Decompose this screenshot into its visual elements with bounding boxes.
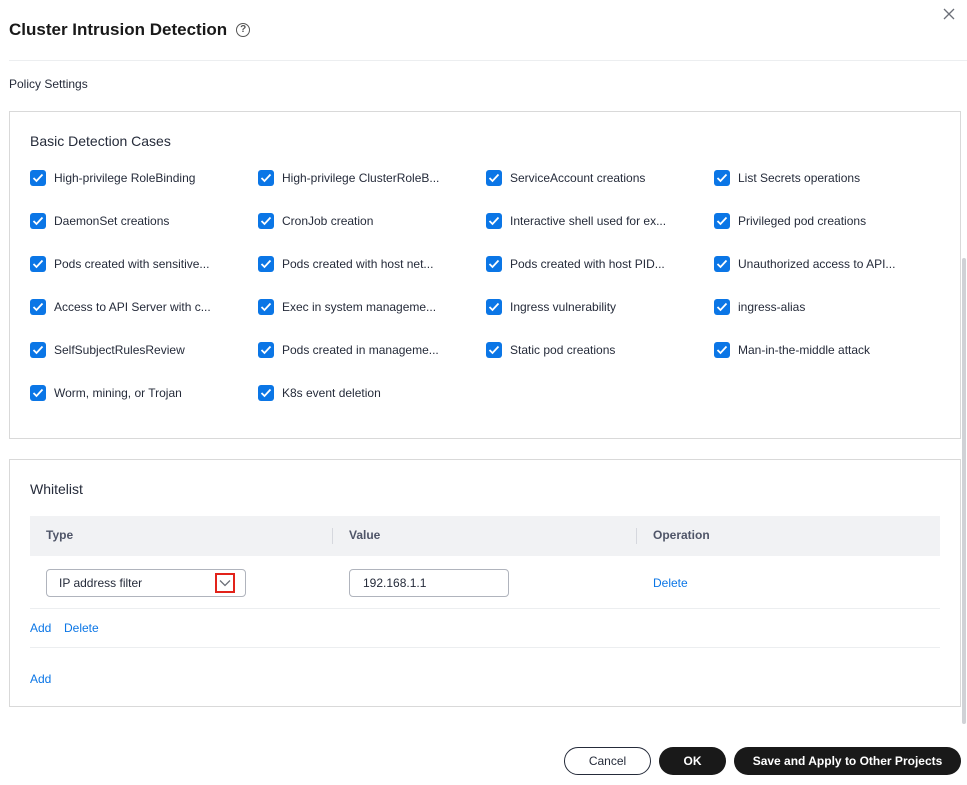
type-select-value: IP address filter [59, 576, 143, 590]
checkbox-checked-icon[interactable] [714, 256, 730, 272]
detection-case-label: Man-in-the-middle attack [738, 343, 871, 357]
detection-case-label: Unauthorized access to API... [738, 257, 896, 271]
delete-rows-link[interactable]: Delete [64, 621, 99, 635]
checkbox-checked-icon[interactable] [258, 213, 274, 229]
detection-case-label: K8s event deletion [282, 386, 381, 400]
table-row: IP address filter 192.168.1.1 Delete [30, 556, 940, 609]
table-header: Type Value Operation [30, 516, 940, 556]
checkbox-checked-icon[interactable] [486, 256, 502, 272]
detection-case-label: SelfSubjectRulesReview [54, 343, 185, 357]
detection-case-label: Pods created with sensitive... [54, 257, 210, 271]
divider [30, 647, 940, 648]
checkbox-checked-icon[interactable] [714, 170, 730, 186]
detection-case-label: High-privilege ClusterRoleB... [282, 171, 440, 185]
detection-case-label: Static pod creations [510, 343, 616, 357]
detection-case-checkbox[interactable]: K8s event deletion [258, 384, 486, 402]
detection-case-checkbox[interactable]: ingress-alias [714, 298, 942, 316]
column-separator [636, 528, 637, 544]
checkbox-checked-icon[interactable] [258, 256, 274, 272]
section-label: Policy Settings [9, 77, 88, 91]
detection-case-checkbox[interactable]: Access to API Server with c... [30, 298, 258, 316]
column-header-operation: Operation [653, 528, 710, 542]
detection-case-checkbox[interactable]: DaemonSet creations [30, 212, 258, 230]
whitelist-title: Whitelist [30, 481, 83, 497]
checkbox-checked-icon[interactable] [258, 385, 274, 401]
dialog-title-text: Cluster Intrusion Detection [9, 20, 228, 39]
detection-case-label: Pods created with host net... [282, 257, 434, 271]
column-header-type: Type [46, 528, 74, 542]
detection-case-checkbox[interactable]: ServiceAccount creations [486, 169, 714, 187]
detection-case-label: Ingress vulnerability [510, 300, 617, 314]
scrollbar[interactable] [962, 258, 966, 724]
detection-case-checkbox[interactable]: Unauthorized access to API... [714, 255, 942, 273]
help-icon[interactable]: ? [236, 23, 251, 37]
detection-case-label: Pods created with host PID... [510, 257, 665, 271]
whitelist-panel: Whitelist Type Value Operation IP addres… [9, 459, 961, 707]
detection-case-checkbox[interactable]: Pods created with host net... [258, 255, 486, 273]
checkbox-checked-icon[interactable] [30, 213, 46, 229]
basic-detection-panel: Basic Detection Cases High-privilege Rol… [9, 111, 961, 439]
checkbox-checked-icon[interactable] [30, 385, 46, 401]
detection-case-checkbox[interactable]: List Secrets operations [714, 169, 942, 187]
checkbox-checked-icon[interactable] [30, 170, 46, 186]
value-input[interactable]: 192.168.1.1 [349, 569, 509, 597]
detection-case-checkbox[interactable]: SelfSubjectRulesReview [30, 341, 258, 359]
checkbox-checked-icon[interactable] [30, 256, 46, 272]
detection-case-checkbox[interactable]: High-privilege ClusterRoleB... [258, 169, 486, 187]
detection-case-label: Exec in system manageme... [282, 300, 437, 314]
detection-case-checkbox[interactable]: Man-in-the-middle attack [714, 341, 942, 359]
detection-case-label: Worm, mining, or Trojan [54, 386, 182, 400]
checkbox-checked-icon[interactable] [258, 170, 274, 186]
dialog-title: Cluster Intrusion Detection ? [9, 20, 251, 40]
detection-case-label: ingress-alias [738, 300, 806, 314]
detection-case-checkbox[interactable]: Interactive shell used for ex... [486, 212, 714, 230]
column-header-value: Value [349, 528, 381, 542]
ok-button[interactable]: OK [659, 747, 726, 775]
detection-case-label: CronJob creation [282, 214, 374, 228]
checkbox-checked-icon[interactable] [258, 299, 274, 315]
title-divider [9, 60, 967, 61]
detection-case-checkbox[interactable]: Privileged pod creations [714, 212, 942, 230]
detection-case-label: List Secrets operations [738, 171, 861, 185]
add-row-link[interactable]: Add [30, 621, 51, 635]
detection-case-label: Pods created in manageme... [282, 343, 439, 357]
detection-case-label: Privileged pod creations [738, 214, 867, 228]
row-delete-link[interactable]: Delete [653, 576, 688, 590]
checkbox-checked-icon[interactable] [30, 342, 46, 358]
checkbox-checked-icon[interactable] [486, 170, 502, 186]
detection-case-checkbox[interactable]: Ingress vulnerability [486, 298, 714, 316]
detection-case-label: Interactive shell used for ex... [510, 214, 667, 228]
detection-case-checkbox[interactable]: Worm, mining, or Trojan [30, 384, 258, 402]
whitelist-table: Type Value Operation IP address filter 1… [30, 516, 940, 609]
checkbox-checked-icon[interactable] [486, 299, 502, 315]
checkbox-checked-icon[interactable] [714, 342, 730, 358]
save-and-apply-button[interactable]: Save and Apply to Other Projects [734, 747, 961, 775]
detection-case-checkbox[interactable]: Exec in system manageme... [258, 298, 486, 316]
detection-case-label: DaemonSet creations [54, 214, 170, 228]
detection-case-checkbox[interactable]: High-privilege RoleBinding [30, 169, 258, 187]
detection-case-checkbox[interactable]: Static pod creations [486, 341, 714, 359]
detection-case-label: High-privilege RoleBinding [54, 171, 196, 185]
checkbox-checked-icon[interactable] [714, 213, 730, 229]
type-select[interactable]: IP address filter [46, 569, 246, 597]
basic-detection-title: Basic Detection Cases [30, 133, 171, 149]
detection-cases-grid: High-privilege RoleBinding High-privilege… [30, 169, 942, 427]
checkbox-checked-icon[interactable] [486, 342, 502, 358]
cancel-button[interactable]: Cancel [564, 747, 651, 775]
add-group-link[interactable]: Add [30, 672, 51, 686]
detection-case-checkbox[interactable]: Pods created in manageme... [258, 341, 486, 359]
detection-case-label: ServiceAccount creations [510, 171, 646, 185]
close-icon[interactable] [941, 6, 957, 22]
detection-case-checkbox[interactable]: CronJob creation [258, 212, 486, 230]
checkbox-checked-icon[interactable] [486, 213, 502, 229]
checkbox-checked-icon[interactable] [714, 299, 730, 315]
detection-case-checkbox[interactable]: Pods created with sensitive... [30, 255, 258, 273]
column-separator [332, 528, 333, 544]
detection-case-label: Access to API Server with c... [54, 300, 211, 314]
detection-case-checkbox[interactable]: Pods created with host PID... [486, 255, 714, 273]
checkbox-checked-icon[interactable] [30, 299, 46, 315]
checkbox-checked-icon[interactable] [258, 342, 274, 358]
chevron-down-icon[interactable] [215, 573, 235, 593]
